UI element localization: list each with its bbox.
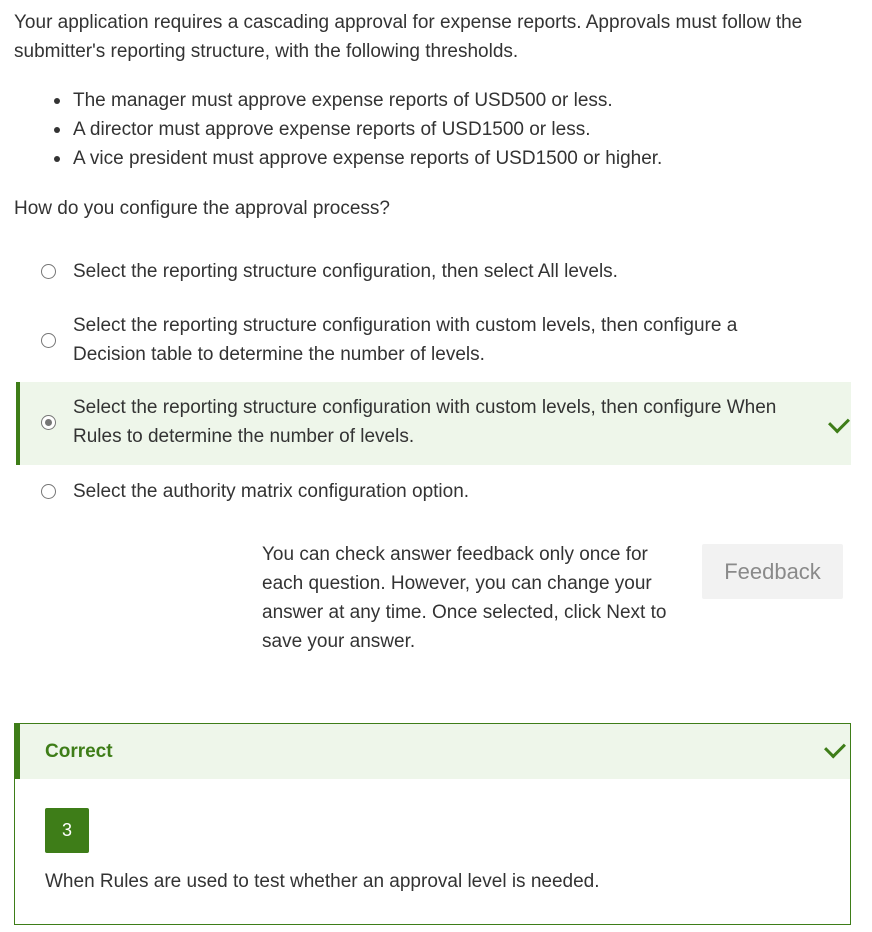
- result-title: Correct: [45, 741, 113, 762]
- result-panel: Correct 3 When Rules are used to test wh…: [14, 723, 851, 925]
- radio-button-1[interactable]: [41, 264, 56, 279]
- radio-button-3[interactable]: [41, 415, 56, 430]
- answer-option-label[interactable]: Select the authority matrix configuratio…: [73, 477, 813, 506]
- answer-option-1[interactable]: Select the reporting structure configura…: [16, 257, 851, 287]
- feedback-note: You can check answer feedback only once …: [262, 544, 667, 652]
- question-text: How do you configure the approval proces…: [14, 198, 391, 219]
- radio-button-4[interactable]: [41, 484, 56, 499]
- threshold-item: A vice president must approve expense re…: [53, 144, 662, 173]
- answer-option-2[interactable]: Select the reporting structure configura…: [16, 311, 851, 371]
- answer-option-label[interactable]: Select the reporting structure configura…: [73, 393, 813, 451]
- answer-number-badge: 3: [45, 808, 89, 853]
- result-explanation: When Rules are used to test whether an a…: [45, 871, 600, 892]
- result-header: Correct: [15, 724, 850, 779]
- feedback-button[interactable]: Feedback: [702, 544, 843, 599]
- checkmark-icon: [828, 411, 850, 434]
- radio-button-2[interactable]: [41, 333, 56, 348]
- answer-option-3[interactable]: Select the reporting structure configura…: [16, 382, 851, 465]
- question-intro: Your application requires a cascading ap…: [14, 12, 803, 62]
- answer-option-label[interactable]: Select the reporting structure configura…: [73, 257, 813, 286]
- checkmark-icon: [824, 736, 846, 759]
- threshold-list: The manager must approve expense reports…: [53, 86, 662, 173]
- answer-option-label[interactable]: Select the reporting structure configura…: [73, 311, 813, 369]
- threshold-item: A director must approve expense reports …: [53, 115, 662, 144]
- answer-option-4[interactable]: Select the authority matrix configuratio…: [16, 477, 851, 507]
- threshold-item: The manager must approve expense reports…: [53, 86, 662, 115]
